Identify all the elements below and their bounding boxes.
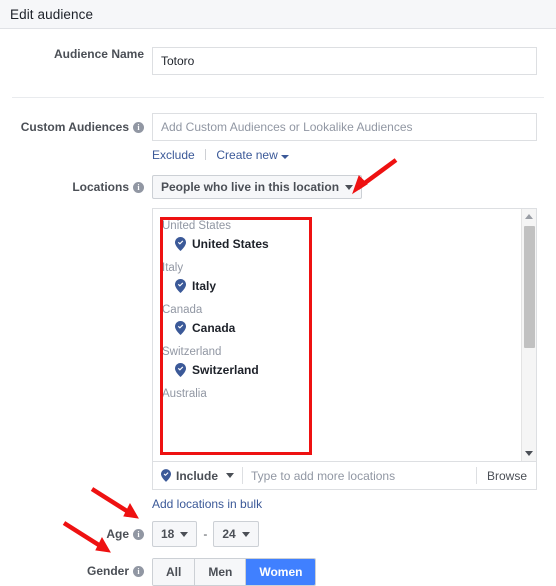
- location-group-label: United States: [162, 220, 232, 232]
- locations-label: Locations: [72, 180, 129, 194]
- bulk-link-wrap: Add locations in bulk: [152, 490, 556, 511]
- info-icon[interactable]: i: [133, 565, 144, 577]
- age-controls: 18 - 24: [152, 521, 556, 547]
- locations-panel: United States United States Italy Italy …: [152, 208, 537, 490]
- locations-list: United States United States Italy Italy …: [152, 208, 537, 461]
- custom-audiences-links: Exclude Create new: [152, 141, 556, 162]
- custom-audiences-field-col: Add Custom Audiences or Lookalike Audien…: [152, 113, 556, 162]
- location-list-item[interactable]: Switzerland: [153, 361, 536, 383]
- chevron-down-icon: [180, 531, 189, 537]
- locations-label-col: Locations i: [0, 175, 152, 199]
- location-group-label: Canada: [162, 304, 203, 316]
- age-label-col: Age i: [0, 521, 152, 547]
- audience-name-field-col: Totoro: [152, 47, 556, 75]
- location-name: Italy: [192, 279, 217, 293]
- audience-name-label-col: Audience Name: [0, 47, 152, 61]
- location-list-item[interactable]: Canada: [153, 319, 536, 341]
- location-pin-icon: [175, 237, 186, 251]
- gender-option-all[interactable]: All: [153, 559, 196, 585]
- gender-label-col: Gender i: [0, 558, 152, 584]
- location-group-label: Italy: [162, 262, 184, 274]
- custom-audiences-label: Custom Audiences: [20, 120, 129, 134]
- age-row: Age i 18 - 24: [0, 521, 556, 547]
- link-separator: [205, 149, 207, 160]
- location-group-label: Switzerland: [162, 346, 222, 358]
- location-group-label: Australia: [162, 388, 207, 400]
- edit-audience-form: Audience Name Totoro Custom Audiences i …: [0, 29, 556, 586]
- age-min-value: 18: [161, 527, 175, 541]
- locations-field-col: People who live in this location United …: [152, 175, 556, 511]
- audience-name-input[interactable]: Totoro: [152, 47, 537, 75]
- locations-search-placeholder: Type to add more locations: [251, 468, 396, 483]
- include-exclude-dropdown[interactable]: Include: [153, 469, 242, 483]
- age-label: Age: [106, 527, 129, 541]
- create-new-link[interactable]: Create new: [216, 148, 277, 162]
- age-min-dropdown[interactable]: 18: [152, 521, 198, 547]
- include-label: Include: [176, 468, 219, 483]
- age-field-col: 18 - 24: [152, 521, 556, 547]
- age-range-separator: -: [203, 527, 208, 541]
- location-scope-label: People who live in this location: [161, 180, 340, 194]
- location-name: United States: [192, 237, 269, 251]
- add-locations-in-bulk-link[interactable]: Add locations in bulk: [152, 497, 262, 511]
- gender-label: Gender: [86, 564, 129, 578]
- chevron-down-icon[interactable]: [280, 155, 289, 159]
- audience-name-value: Totoro: [161, 54, 195, 68]
- locations-search-row: Include Type to add more locations Brows…: [152, 461, 537, 490]
- locations-search-input[interactable]: Type to add more locations: [243, 469, 476, 483]
- chevron-down-icon: [241, 531, 250, 537]
- location-pin-icon: [175, 321, 186, 335]
- location-list-item[interactable]: United States: [153, 235, 536, 257]
- browse-button[interactable]: Browse: [477, 469, 536, 483]
- location-scope-dropdown[interactable]: People who live in this location: [152, 175, 363, 199]
- gender-option-women[interactable]: Women: [246, 559, 316, 585]
- location-name: Canada: [192, 321, 236, 335]
- locations-scrollbar[interactable]: [521, 209, 536, 461]
- chevron-down-icon: [226, 473, 235, 478]
- custom-audiences-row: Custom Audiences i Add Custom Audiences …: [0, 113, 556, 162]
- scroll-down-arrow-icon[interactable]: [522, 446, 536, 461]
- gender-segmented-control: All Men Women: [152, 558, 317, 586]
- custom-audiences-label-col: Custom Audiences i: [0, 113, 152, 141]
- gender-option-men[interactable]: Men: [195, 559, 247, 585]
- dialog-header: Edit audience: [0, 0, 556, 29]
- audience-name-label: Audience Name: [53, 47, 144, 61]
- location-pin-icon: [175, 363, 186, 377]
- age-max-dropdown[interactable]: 24: [213, 521, 259, 547]
- gender-row: Gender i All Men Women: [0, 558, 556, 586]
- age-max-value: 24: [222, 527, 236, 541]
- gender-field-col: All Men Women: [152, 558, 556, 586]
- location-list-item[interactable]: Italy: [153, 277, 536, 299]
- chevron-down-icon: [345, 184, 354, 190]
- location-pin-icon: [175, 279, 186, 293]
- location-name: Switzerland: [192, 363, 259, 377]
- scroll-up-arrow-icon[interactable]: [522, 209, 536, 224]
- location-pin-icon: [161, 469, 171, 482]
- exclude-link[interactable]: Exclude: [152, 148, 195, 162]
- page-title: Edit audience: [10, 6, 94, 22]
- scrollbar-thumb[interactable]: [524, 226, 535, 348]
- info-icon[interactable]: i: [133, 528, 144, 540]
- custom-audiences-input[interactable]: Add Custom Audiences or Lookalike Audien…: [152, 113, 537, 141]
- locations-row: Locations i People who live in this loca…: [0, 175, 556, 511]
- audience-name-row: Audience Name Totoro: [0, 29, 556, 75]
- custom-audiences-placeholder: Add Custom Audiences or Lookalike Audien…: [161, 120, 413, 134]
- info-icon[interactable]: i: [133, 181, 144, 193]
- info-icon[interactable]: i: [133, 121, 144, 133]
